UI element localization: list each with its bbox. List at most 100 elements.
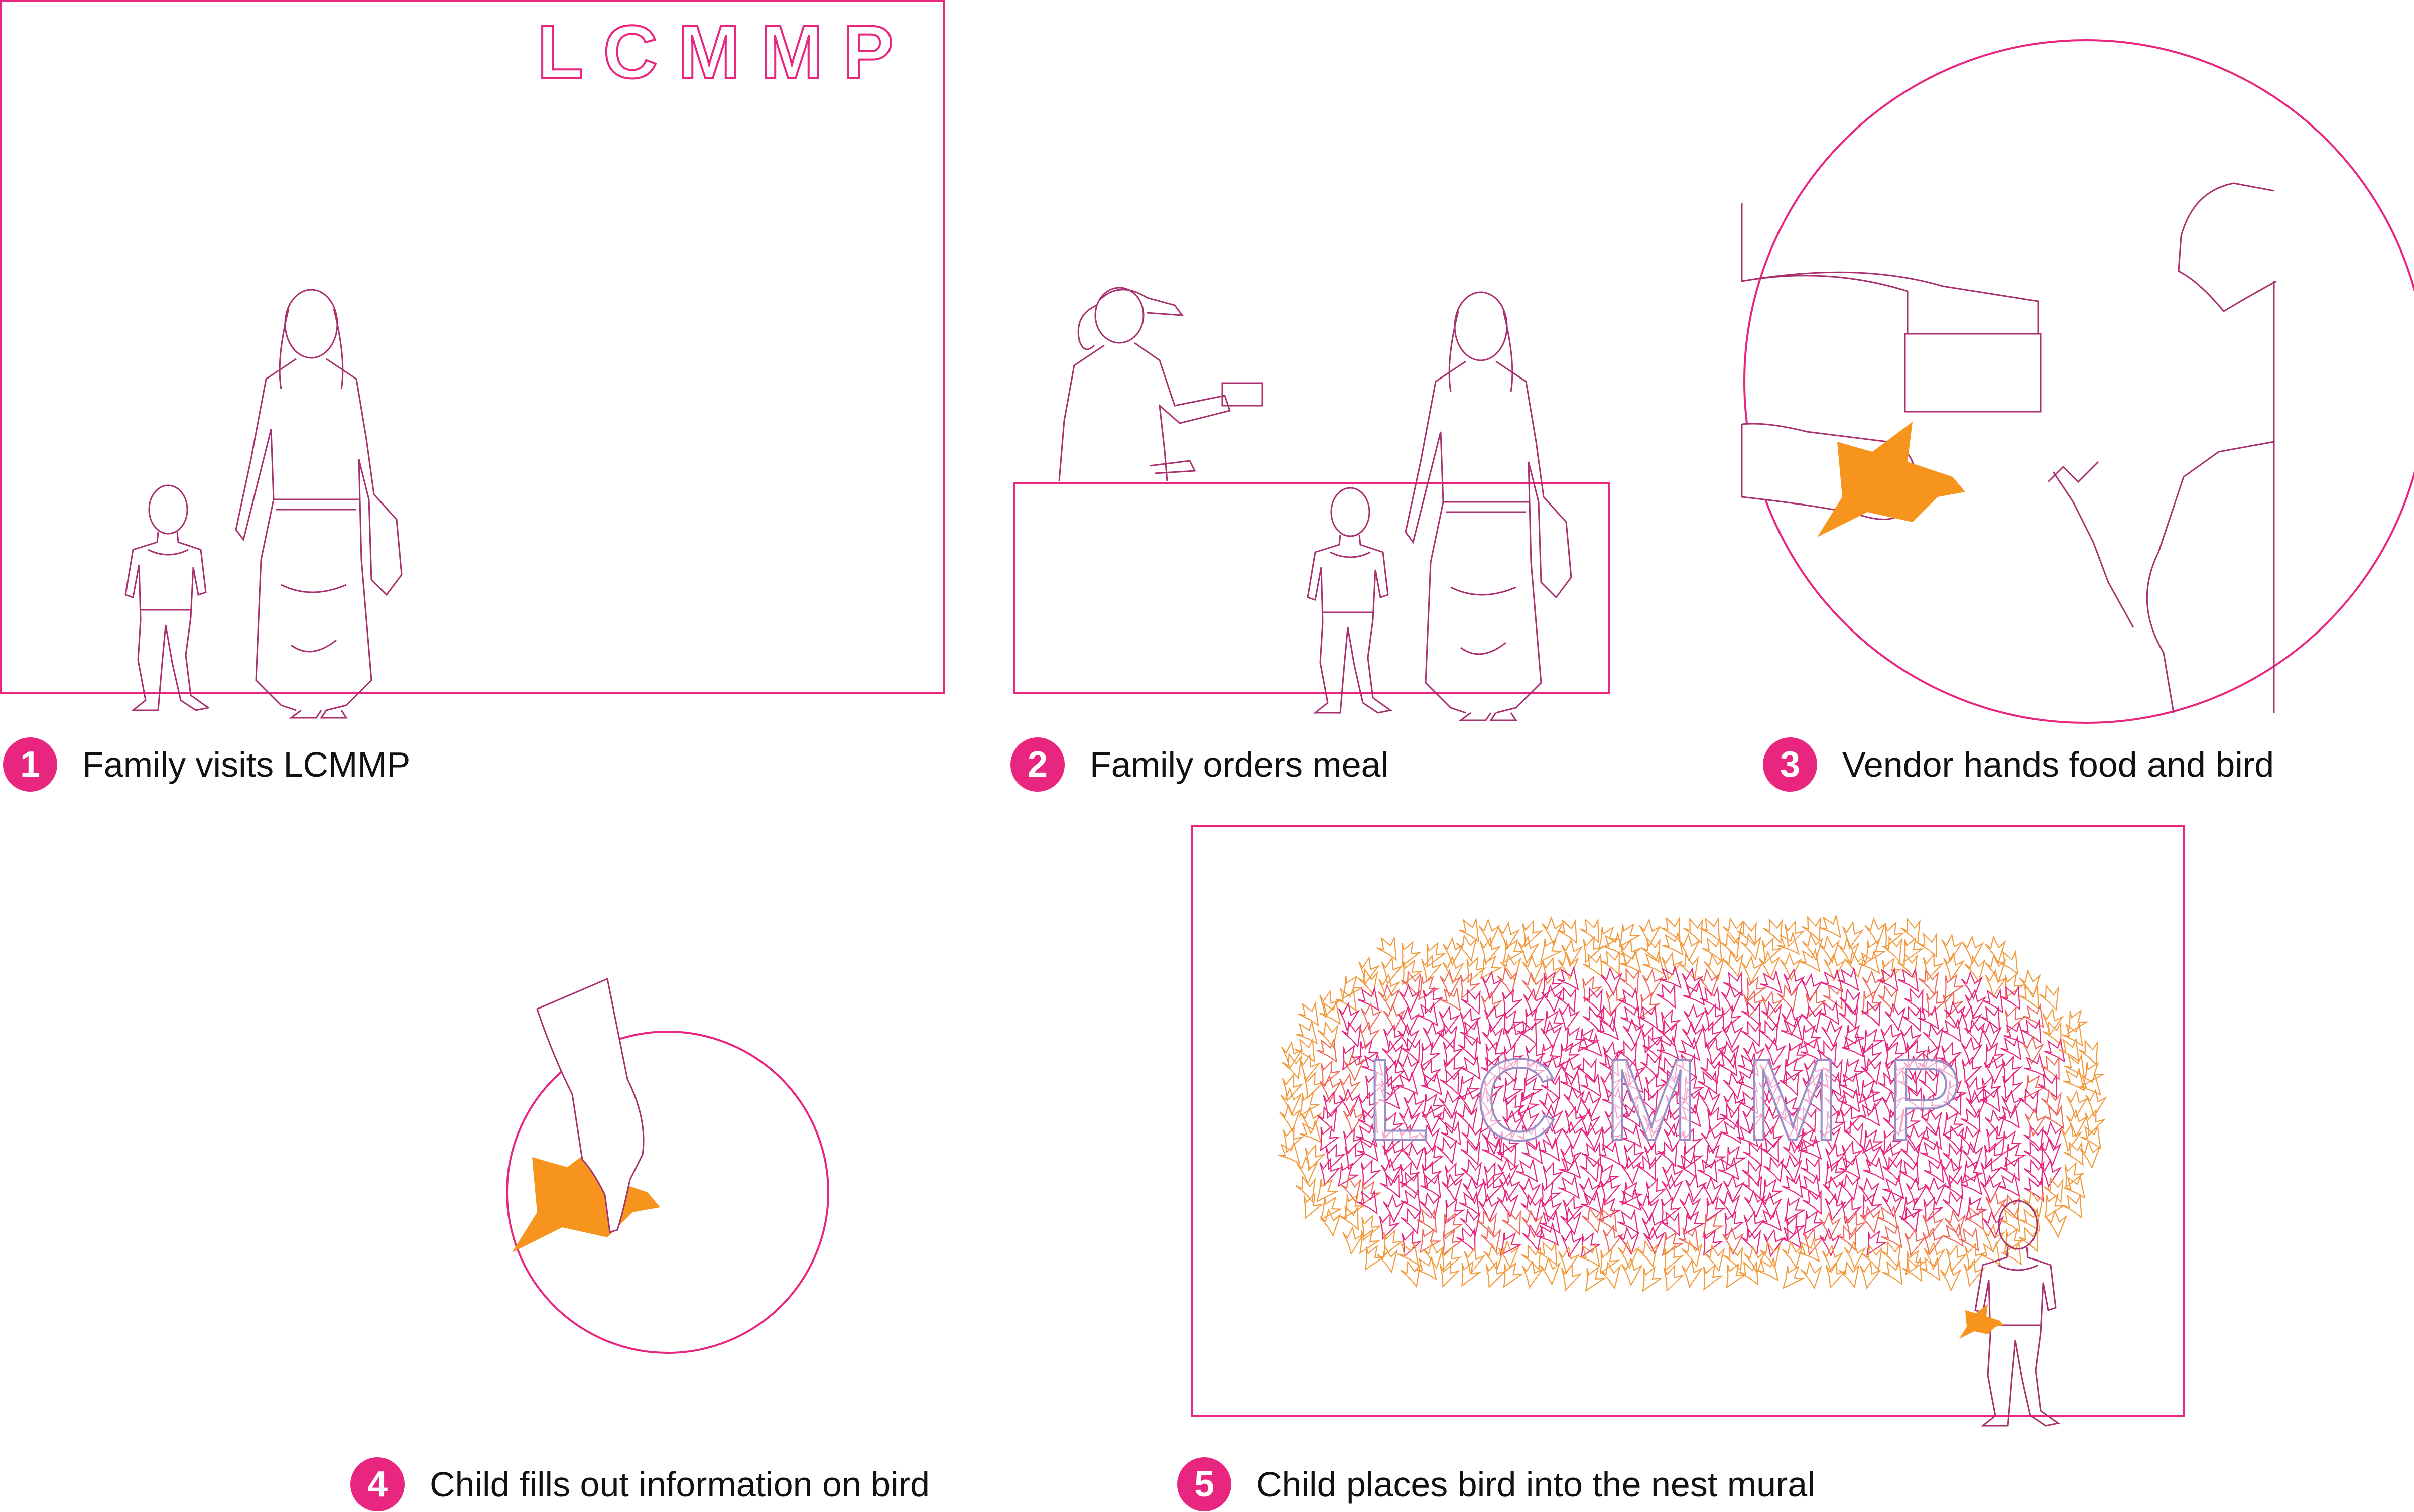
mural-bird (1998, 1236, 2030, 1271)
step-1: 1 Family visits LCMMP (3, 737, 410, 792)
mural-bird (2021, 1121, 2050, 1155)
mural-bird (1441, 937, 1464, 966)
mural-bird (1275, 1123, 1305, 1157)
lcmmp-sign: LCMMP (537, 10, 914, 94)
mural-bird (1377, 983, 1401, 1013)
mural-bird (1881, 1190, 1903, 1217)
mural-bird (1355, 966, 1383, 998)
mural-bird (1675, 1222, 1707, 1256)
mural-bird (1276, 1072, 1304, 1104)
mural-bird (1435, 1194, 1467, 1228)
panel-3 (1741, 39, 2414, 724)
mural-bird (2064, 1109, 2088, 1138)
mural-bird (1817, 965, 1850, 999)
vendor-figure (1058, 287, 1263, 482)
mural-bird (1353, 1186, 1385, 1220)
mural-bird (2018, 969, 2043, 999)
panel-4 (506, 977, 829, 1354)
step-5: 5 Child places bird into the nest mural (1177, 1457, 1815, 1512)
mural-bird (1976, 1237, 2008, 1272)
mural-bird (2082, 1088, 2107, 1118)
mural-bird (2035, 1189, 2068, 1223)
mural-bird (1396, 1007, 1420, 1036)
child-figure (124, 484, 209, 711)
step-label: Child fills out information on bird (430, 1465, 930, 1504)
mural-bird (1579, 949, 1611, 983)
mural-bird (1855, 1259, 1882, 1291)
step-number-badge: 4 (350, 1457, 405, 1511)
mural-bird (1615, 1183, 1648, 1218)
step-number-badge: 5 (1177, 1457, 1231, 1511)
mural-bird (1422, 1240, 1446, 1270)
mural-bird (1878, 1256, 1911, 1290)
mural-bird (1819, 1258, 1848, 1291)
mural-bird (1962, 988, 1987, 1019)
mural-bird (2064, 1089, 2088, 1119)
mural-bird (1539, 1257, 1562, 1286)
mural-bird (1432, 1257, 1462, 1291)
mural-bird (1872, 954, 1904, 988)
mural-bird (1453, 1223, 1484, 1256)
step-label: Child places bird into the nest mural (1256, 1465, 1815, 1504)
mural-bird (1436, 1159, 1467, 1193)
mural-bird (1433, 1208, 1466, 1242)
mural-bird (1373, 932, 1405, 966)
mural-bird (1678, 967, 1704, 997)
panel-2 (1013, 287, 1610, 721)
mural-bird (1315, 1103, 1343, 1136)
mural-bird (1915, 929, 1946, 962)
mural-bird (1295, 1115, 1329, 1150)
mother-figure (235, 289, 403, 719)
mural-bird (1798, 1226, 1825, 1258)
step-number-badge: 1 (3, 737, 57, 792)
mural-logo: LCMMP (1365, 1035, 2008, 1164)
mural-bird (1556, 1193, 1585, 1226)
mural-bird (1391, 937, 1423, 971)
mural-bird (1721, 916, 1747, 947)
mural-bird (1994, 1169, 2027, 1203)
mural-bird (1398, 1258, 1426, 1290)
mural-bird (1417, 1170, 1449, 1204)
mural-bird (1818, 1212, 1841, 1240)
mural-bird (1635, 1238, 1663, 1270)
mural-bird (1760, 915, 1790, 948)
mural-bird (1652, 1005, 1683, 1039)
mural-bird (1274, 1137, 1307, 1171)
paper-bird (1959, 1304, 2004, 1339)
mural-bird (1682, 1173, 1707, 1204)
mural-bird (1293, 1173, 1322, 1205)
mural-bird (1278, 1103, 1302, 1133)
mural-bird (1678, 1258, 1703, 1289)
mural-bird (1478, 970, 1503, 1000)
mural-bird (1634, 1000, 1666, 1035)
mural-bird (1774, 1260, 1808, 1295)
step-3: 3 Vendor hands food and bird (1763, 737, 2274, 792)
mural-bird (1935, 970, 1967, 1004)
mural-bird (1721, 1227, 1744, 1255)
mural-bird (2016, 1085, 2046, 1118)
mural-bird (1494, 934, 1527, 969)
mural-bird (1518, 1178, 1541, 1206)
mural-bird (1455, 1187, 1487, 1221)
mural-bird (1536, 1159, 1565, 1192)
child-figure (1307, 487, 1391, 714)
mural-bird (1655, 1241, 1686, 1275)
step-label: Family visits LCMMP (82, 745, 411, 784)
mural-bird (2022, 1156, 2050, 1189)
mural-bird (1554, 1261, 1583, 1294)
mural-bird (1916, 951, 1945, 983)
mural-bird (1680, 1238, 1706, 1269)
mural-bird (2015, 1223, 2046, 1256)
mural-bird (1939, 951, 1965, 982)
mural-bird (1701, 1177, 1723, 1205)
mural-bird (1994, 946, 2026, 980)
mural-bird (1440, 1173, 1465, 1202)
mural-bird (1576, 1262, 1608, 1296)
mural-bird (1860, 1242, 1888, 1274)
mural-bird (1459, 1244, 1486, 1277)
mural-bird (1433, 1225, 1465, 1259)
mural-bird (1739, 931, 1765, 962)
mural-bird (1837, 937, 1861, 966)
mural-bird (1852, 1189, 1885, 1223)
mural-bird (1800, 1261, 1824, 1290)
